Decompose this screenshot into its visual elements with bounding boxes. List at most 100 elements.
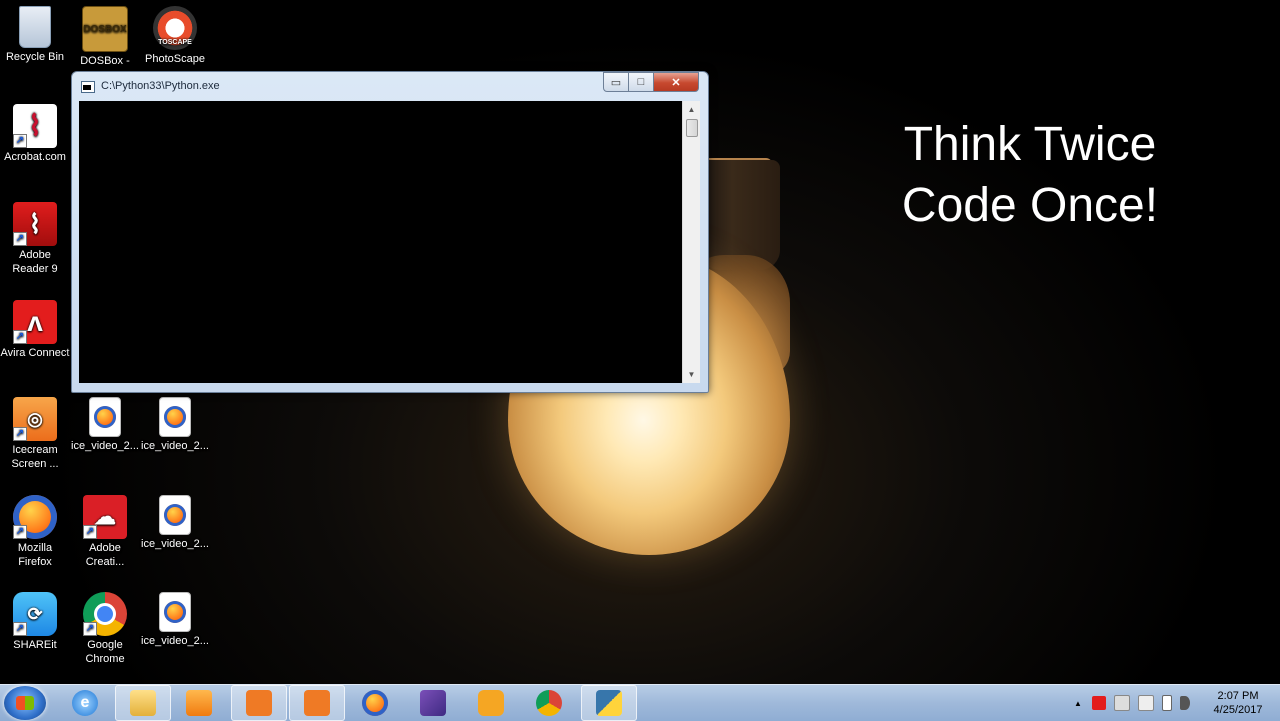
desktop-icon-avira[interactable]: ʌ ↗ Avira Connect (0, 300, 70, 360)
desktop-icon-label: Google Chrome (85, 639, 125, 665)
desktop-icon-label: Mozilla Firefox (17, 542, 53, 568)
show-hidden-icons-icon[interactable]: ▲ (1074, 699, 1082, 708)
firefox-icon: ↗ (13, 495, 57, 539)
desktop-icon-label: Recycle Bin (5, 51, 65, 63)
desktop-icon-photoscape[interactable]: TOSCAPE PhotoScape (140, 6, 210, 66)
avira-icon: ʌ ↗ (13, 300, 57, 344)
avira-tray-icon[interactable] (1091, 696, 1106, 710)
battery-icon[interactable] (1161, 695, 1172, 711)
taskbar-item-media-player[interactable] (172, 685, 226, 721)
taskbar-item-visual-studio[interactable] (406, 685, 460, 721)
firefox-document-icon (159, 592, 191, 632)
desktop-icon-firefox[interactable]: ↗ Mozilla Firefox (0, 495, 70, 569)
system-tray: ▲ (1068, 685, 1194, 721)
taskbar-item-internet-explorer[interactable]: e (58, 685, 112, 721)
desktop-icon-label: ice_video_2... (71, 440, 139, 452)
photoscape-icon: TOSCAPE (153, 6, 197, 50)
quote-line-2: Code Once! (901, 179, 1159, 232)
uc-browser-icon (478, 690, 504, 716)
console-scrollbar[interactable]: ▲ ▼ (682, 101, 700, 383)
recycle-bin-icon (19, 6, 51, 48)
taskbar-item-chrome[interactable] (522, 685, 576, 721)
firefox-mini-icon (164, 601, 186, 623)
console-app-icon (81, 81, 95, 93)
flag-icon[interactable] (1137, 695, 1154, 711)
desktop-icon-icecream[interactable]: ◎ ↗ Icecream Screen ... (0, 397, 70, 471)
adobe-reader-icon: ⌇ ↗ (13, 202, 57, 246)
desktop-icon-label: PhotoScape (145, 53, 205, 65)
desktop-icon-label: Adobe Creati... (85, 542, 125, 568)
desktop-icon-ice-video-3[interactable]: ice_video_2... (140, 495, 210, 551)
internet-explorer-icon: e (72, 690, 98, 716)
desktop-icon-ice-video-4[interactable]: ice_video_2... (140, 592, 210, 648)
desktop-icon-label: DOSBox - (80, 55, 130, 67)
desktop-icon-ice-video-1[interactable]: ice_video_2... (70, 397, 140, 453)
scroll-up-arrow-icon[interactable]: ▲ (683, 101, 700, 118)
firefox-document-icon (159, 397, 191, 437)
desktop-icon-label: ice_video_2... (141, 635, 209, 647)
shareit-icon: ⟳ ↗ (13, 592, 57, 636)
scroll-down-arrow-icon[interactable]: ▼ (683, 366, 700, 383)
bulb-neck (700, 160, 780, 270)
desktop-icon-shareit[interactable]: ⟳ ↗ SHAREit (0, 592, 70, 652)
desktop-icon-dosbox[interactable]: DOSBOX DOSBox - (70, 6, 140, 68)
console-titlebar[interactable]: C:\Python33\Python.exe ▭ □ ✕ (72, 72, 708, 100)
network-error-icon[interactable] (1113, 695, 1130, 711)
console-title: C:\Python33\Python.exe (101, 80, 220, 92)
maximize-button[interactable]: □ (628, 72, 654, 92)
chrome-icon: ↗ (83, 592, 127, 636)
minimize-button[interactable]: ▭ (603, 72, 629, 92)
desktop-icon-chrome[interactable]: ↗ Google Chrome (70, 592, 140, 666)
desktop-icon-acrobat[interactable]: ⌇ ↗ Acrobat.com (0, 104, 70, 164)
taskbar-item-file-explorer[interactable] (115, 685, 171, 721)
taskbar-item-camera-app[interactable] (289, 685, 345, 721)
chrome-center-icon (94, 603, 116, 625)
desktop-icon-adobe-reader[interactable]: ⌇ ↗ Adobe Reader 9 (0, 202, 70, 276)
shortcut-arrow-icon: ↗ (13, 525, 27, 539)
visual-studio-icon (420, 690, 446, 716)
creative-cloud-icon: ☁ ↗ (83, 495, 127, 539)
desktop-icon-label: Adobe Reader 9 (12, 249, 58, 275)
shortcut-arrow-icon: ↗ (13, 330, 27, 344)
volume-icon[interactable] (1179, 696, 1190, 710)
clock-date: 4/25/2017 (1213, 704, 1263, 716)
chrome-icon (536, 690, 562, 716)
start-button[interactable] (4, 686, 46, 720)
desktop-icon-label: ice_video_2... (141, 538, 209, 550)
taskbar-item-python[interactable] (581, 685, 637, 721)
taskbar-item-icecream-recorder[interactable] (231, 685, 287, 721)
desktop-icon-recycle-bin[interactable]: Recycle Bin (0, 6, 70, 64)
system-clock[interactable]: 2:07 PM 4/25/2017 (1208, 689, 1268, 717)
shortcut-arrow-icon: ↗ (83, 525, 97, 539)
desktop-icon-creative-cloud[interactable]: ☁ ↗ Adobe Creati... (70, 495, 140, 569)
firefox-mini-icon (164, 504, 186, 526)
clock-time: 2:07 PM (1217, 690, 1259, 702)
file-explorer-icon (130, 690, 156, 716)
firefox-document-icon (159, 495, 191, 535)
firefox-mini-icon (164, 406, 186, 428)
quote-line-1: Think Twice (903, 118, 1157, 171)
desktop-icon-ice-video-2[interactable]: ice_video_2... (140, 397, 210, 453)
desktop-icon-label: SHAREit (13, 639, 57, 651)
wallpaper-quote: Think Twice Code Once! (880, 114, 1180, 236)
shortcut-arrow-icon: ↗ (13, 427, 27, 441)
dosbox-icon: DOSBOX (82, 6, 128, 52)
acrobat-icon: ⌇ ↗ (13, 104, 57, 148)
shortcut-arrow-icon: ↗ (13, 232, 27, 246)
taskbar-item-uc-browser[interactable] (464, 685, 518, 721)
desktop-icon-label: ice_video_2... (141, 440, 209, 452)
desktop-icon-label: Avira Connect (0, 347, 70, 359)
shortcut-arrow-icon: ↗ (13, 134, 27, 148)
firefox-document-icon (89, 397, 121, 437)
taskbar: e ▲ 2:07 PM 4/25/2017 (0, 684, 1280, 721)
console-output-area[interactable] (79, 101, 682, 383)
firefox-mini-icon (94, 406, 116, 428)
python-console-window[interactable]: C:\Python33\Python.exe ▭ □ ✕ ▲ ▼ (71, 71, 709, 393)
scrollbar-thumb[interactable] (686, 119, 698, 137)
close-button[interactable]: ✕ (653, 72, 699, 92)
desktop-icon-label: Acrobat.com (4, 151, 66, 163)
icecream-screen-recorder-icon (246, 690, 272, 716)
shortcut-arrow-icon: ↗ (13, 622, 27, 636)
icecream-icon: ◎ ↗ (13, 397, 57, 441)
taskbar-item-firefox[interactable] (348, 685, 402, 721)
